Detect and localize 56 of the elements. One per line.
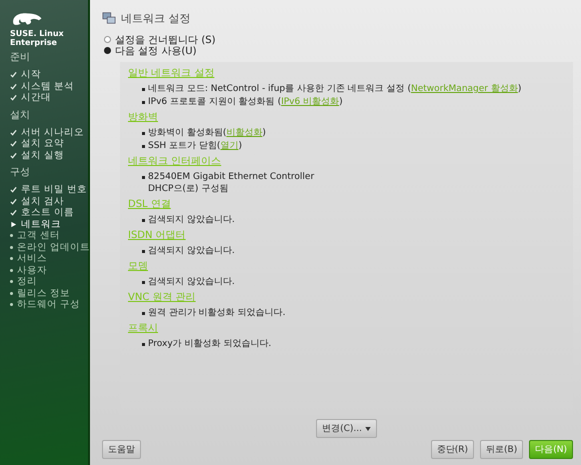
summary-item: 검색되지 않았습니다.	[142, 214, 235, 226]
summary-item: 방화벽이 활성화됨(비활성화)	[142, 127, 266, 139]
step-label: 시작	[21, 69, 41, 80]
section-heading-link[interactable]: ISDN 어댑터	[128, 230, 186, 241]
summary-item: Proxy가 비활성화 되었습니다.	[142, 338, 272, 350]
step-label: 정리	[17, 276, 37, 288]
step-label: 설치 요약	[21, 138, 64, 150]
step-label: 설치 실행	[21, 150, 64, 161]
step-group-title: 준비	[9, 51, 31, 64]
step-group-title: 설치	[9, 108, 31, 122]
help-button[interactable]: 도움말	[102, 440, 141, 459]
step-label: 고객 센터	[17, 230, 60, 242]
next-button[interactable]: 다음(N)	[529, 440, 573, 459]
step-group-title: 구성	[9, 166, 31, 179]
step-label: 서비스	[17, 253, 47, 264]
summary-item: 검색되지 않았습니다.	[142, 245, 235, 257]
radio-label[interactable]: 다음 설정 사용(U)	[115, 44, 196, 58]
step-label: 사용자	[17, 264, 47, 276]
action-link[interactable]: 열기	[220, 141, 238, 151]
radio-label[interactable]: 설정을 건너뜁니다 (S)	[115, 32, 216, 46]
action-link[interactable]: IPv6 비활성화	[281, 97, 340, 107]
summary-item: 원격 관리가 비활성화 되었습니다.	[142, 307, 286, 319]
step-label: 시스템 분석	[21, 80, 74, 92]
action-link[interactable]: 비활성화	[226, 128, 262, 138]
action-link[interactable]: NetworkManager 활성화	[410, 84, 518, 94]
summary-item: IPv6 프로토콜 지원이 활성화됨 (IPv6 비활성화)	[142, 96, 343, 108]
section-heading-link[interactable]: 일반 네트워크 설정	[128, 68, 214, 79]
step-label: 호스트 이름	[21, 207, 74, 218]
summary-item: 네트워크 모드: NetControl - ifup를 사용한 기존 네트워크 설정 (NetworkManager 활성화)	[142, 83, 522, 95]
step-label: 서버 시나리오	[21, 126, 84, 138]
abort-button[interactable]: 중단(R)	[430, 440, 474, 459]
step-label: 하드웨어 구성	[17, 299, 80, 310]
section-heading-link[interactable]: DSL 연결	[128, 199, 171, 210]
page-title: 네트워크 설정	[121, 10, 190, 26]
brand-name: Enterprise	[10, 38, 57, 47]
section-heading-link[interactable]: 모뎀	[128, 261, 148, 272]
section-heading-link[interactable]: 네트워크 인터페이스	[128, 156, 222, 167]
section-heading-link[interactable]: 방화벽	[128, 112, 158, 123]
summary-item: SSH 포트가 닫힘(열기)	[142, 140, 242, 152]
brand-name: SUSE. Linux	[10, 29, 64, 38]
summary-item: 82540EM Gigabit Ethernet Controller DHCP으(로) 구성됨	[142, 171, 314, 195]
change-dropdown-button[interactable]: 변경(C)...	[316, 419, 377, 438]
step-label: 네트워크	[21, 218, 61, 230]
section-heading-link[interactable]: 프록시	[128, 323, 158, 334]
section-heading-link[interactable]: VNC 원격 관리	[128, 292, 196, 303]
summary-item: 검색되지 않았습니다.	[142, 276, 235, 288]
back-button[interactable]: 뒤로(B)	[480, 440, 524, 459]
caret-icon	[364, 427, 371, 431]
step-label: 루트 비밀 번호	[21, 184, 88, 196]
network-icon	[102, 11, 116, 25]
step-label: 시간대	[21, 92, 51, 104]
radio-button[interactable]	[104, 47, 111, 54]
step-label: 릴리스 정보	[17, 288, 70, 299]
radio-button[interactable]	[104, 36, 111, 43]
step-label: 설치 검사	[21, 196, 64, 207]
step-label: 온라인 업데이트	[17, 242, 90, 253]
